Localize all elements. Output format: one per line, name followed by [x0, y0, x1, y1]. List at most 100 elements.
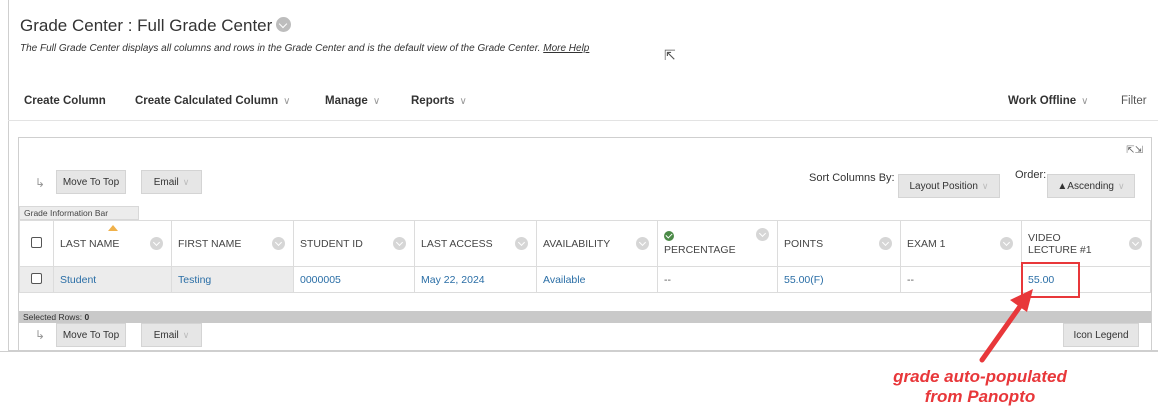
order-label: Order: [1015, 169, 1047, 181]
move-to-top-button-bottom[interactable]: Move To Top [56, 323, 126, 347]
column-header[interactable]: LAST NAME [53, 220, 172, 267]
annotation-text: grade auto-populated from Panopto [830, 367, 1130, 407]
expand-icon[interactable]: ⇱⇲ [1126, 146, 1143, 156]
move-to-top-button[interactable]: Move To Top [56, 170, 126, 194]
sort-columns-label: Sort Columns By: [809, 172, 895, 184]
last-access-cell[interactable]: May 22, 2024 [414, 266, 537, 293]
work-offline-label: Work Offline [1008, 95, 1077, 107]
subtitle-text: The Full Grade Center displays all colum… [20, 43, 541, 54]
column-header[interactable]: STUDENT ID [293, 220, 415, 267]
column-options-icon[interactable] [393, 236, 406, 250]
cursor-icon: ⇱ [664, 47, 676, 63]
chevron-down-icon: ∨ [1081, 96, 1089, 107]
move-to-top-arrow-icon: ↳ [35, 176, 46, 190]
email-label: Email [153, 176, 179, 188]
order-value: ▲Ascending [1057, 180, 1114, 192]
first-name-cell[interactable]: Testing [171, 266, 294, 293]
manage-menu[interactable]: Manage ∨ [325, 95, 380, 107]
grade-check-icon [664, 231, 674, 241]
more-help-link[interactable]: More Help [543, 43, 589, 54]
last-name-cell[interactable]: Student [53, 266, 172, 293]
reports-menu[interactable]: Reports ∨ [411, 95, 467, 107]
exam-1-cell[interactable]: -- [900, 266, 1022, 293]
title-options-icon[interactable] [276, 17, 292, 32]
manage-label: Manage [325, 95, 368, 107]
sort-columns-value: Layout Position [909, 180, 978, 192]
page-title-text: Grade Center : Full Grade Center [20, 16, 273, 35]
column-options-icon[interactable] [515, 236, 528, 250]
create-column-label: Create Column [24, 95, 106, 107]
column-header[interactable]: POINTS [777, 220, 901, 267]
reports-label: Reports [411, 95, 455, 107]
chevron-down-icon: ∨ [182, 329, 190, 340]
column-header-label: LAST ACCESS [421, 237, 493, 250]
move-to-top-label: Move To Top [62, 329, 120, 341]
column-header-label: VIDEO LECTURE #1 [1028, 231, 1092, 256]
table-header-row: LAST NAME FIRST NAME STUDENT ID LAST ACC… [19, 220, 1151, 267]
move-to-top-label: Move To Top [62, 176, 120, 188]
annotation-line-1: grade auto-populated [893, 367, 1067, 386]
selected-rows-bar: Selected Rows: 0 [19, 311, 1151, 323]
sort-ascending-icon [107, 225, 118, 231]
move-to-top-arrow-icon: ↳ [35, 328, 46, 342]
column-options-icon[interactable] [150, 236, 163, 250]
chevron-down-icon: ∨ [1118, 180, 1125, 191]
column-header[interactable]: AVAILABILITY [536, 220, 658, 267]
chevron-down-icon: ∨ [283, 96, 291, 107]
chevron-down-icon: ∨ [372, 96, 381, 107]
chevron-down-icon: ∨ [459, 96, 467, 107]
icon-legend-label: Icon Legend [1073, 329, 1129, 341]
column-options-icon[interactable] [879, 236, 892, 250]
select-all-checkbox[interactable] [31, 236, 42, 248]
toolbar-divider [8, 120, 1158, 121]
column-options-icon[interactable] [636, 236, 649, 250]
column-header-label: STUDENT ID [300, 237, 363, 250]
column-header-label: AVAILABILITY [543, 237, 611, 250]
sort-columns-select[interactable]: Layout Position ∨ [898, 174, 1000, 198]
highlight-box [1021, 262, 1080, 298]
email-label: Email [153, 329, 179, 341]
work-offline-menu[interactable]: Work Offline ∨ [1008, 95, 1088, 107]
table-row: Student Testing 0000005 May 22, 2024 Ava… [19, 266, 1151, 293]
selected-rows-label: Selected Rows: [23, 312, 83, 322]
column-options-icon[interactable] [1129, 236, 1142, 250]
column-options-icon[interactable] [272, 236, 285, 250]
selected-rows-count: 0 [84, 312, 90, 322]
page-subtitle: The Full Grade Center displays all colum… [20, 43, 589, 54]
row-select-cell [19, 266, 54, 293]
email-menu-button[interactable]: Email ∨ [141, 170, 202, 194]
filter-button[interactable]: Filter [1121, 95, 1147, 107]
column-header-label: POINTS [784, 237, 824, 250]
column-header[interactable]: VIDEO LECTURE #1 [1021, 220, 1151, 267]
email-menu-button-bottom[interactable]: Email ∨ [141, 323, 202, 347]
column-header-label: PERCENTAGE [664, 244, 736, 256]
chevron-down-icon: ∨ [981, 180, 989, 191]
availability-cell[interactable]: Available [536, 266, 658, 293]
column-header[interactable]: EXAM 1 [900, 220, 1022, 267]
annotation-line-2: from Panopto [924, 387, 1036, 406]
column-options-icon[interactable] [756, 228, 769, 241]
column-header-label: EXAM 1 [907, 237, 946, 250]
column-header-label: FIRST NAME [178, 237, 242, 250]
order-select[interactable]: ▲Ascending ∨ [1047, 174, 1135, 198]
grade-grid-panel: ⇱⇲ ↳ Move To Top Email ∨ Sort Columns By:… [18, 137, 1152, 351]
icon-legend-button[interactable]: Icon Legend [1063, 323, 1139, 347]
action-toolbar: Create Column Create Calculated Column ∨ … [20, 95, 1158, 111]
create-calculated-column-menu[interactable]: Create Calculated Column ∨ [135, 95, 290, 107]
select-all-cell [19, 220, 54, 267]
column-header[interactable]: FIRST NAME [171, 220, 294, 267]
create-calculated-column-label: Create Calculated Column [135, 95, 279, 107]
points-cell[interactable]: 55.00(F) [777, 266, 901, 293]
percentage-cell[interactable]: -- [657, 266, 778, 293]
grade-information-bar[interactable]: Grade Information Bar [19, 206, 139, 220]
column-header-label: LAST NAME [60, 237, 120, 250]
grade-table: LAST NAME FIRST NAME STUDENT ID LAST ACC… [19, 220, 1151, 293]
page-title: Grade Center : Full Grade Center [20, 16, 292, 36]
column-header[interactable]: LAST ACCESS [414, 220, 537, 267]
column-options-icon[interactable] [1000, 236, 1013, 250]
chevron-down-icon: ∨ [182, 176, 190, 187]
column-header[interactable]: PERCENTAGE [657, 220, 778, 267]
row-checkbox[interactable] [31, 272, 42, 284]
student-id-cell[interactable]: 0000005 [293, 266, 415, 293]
create-column-button[interactable]: Create Column [24, 95, 106, 107]
